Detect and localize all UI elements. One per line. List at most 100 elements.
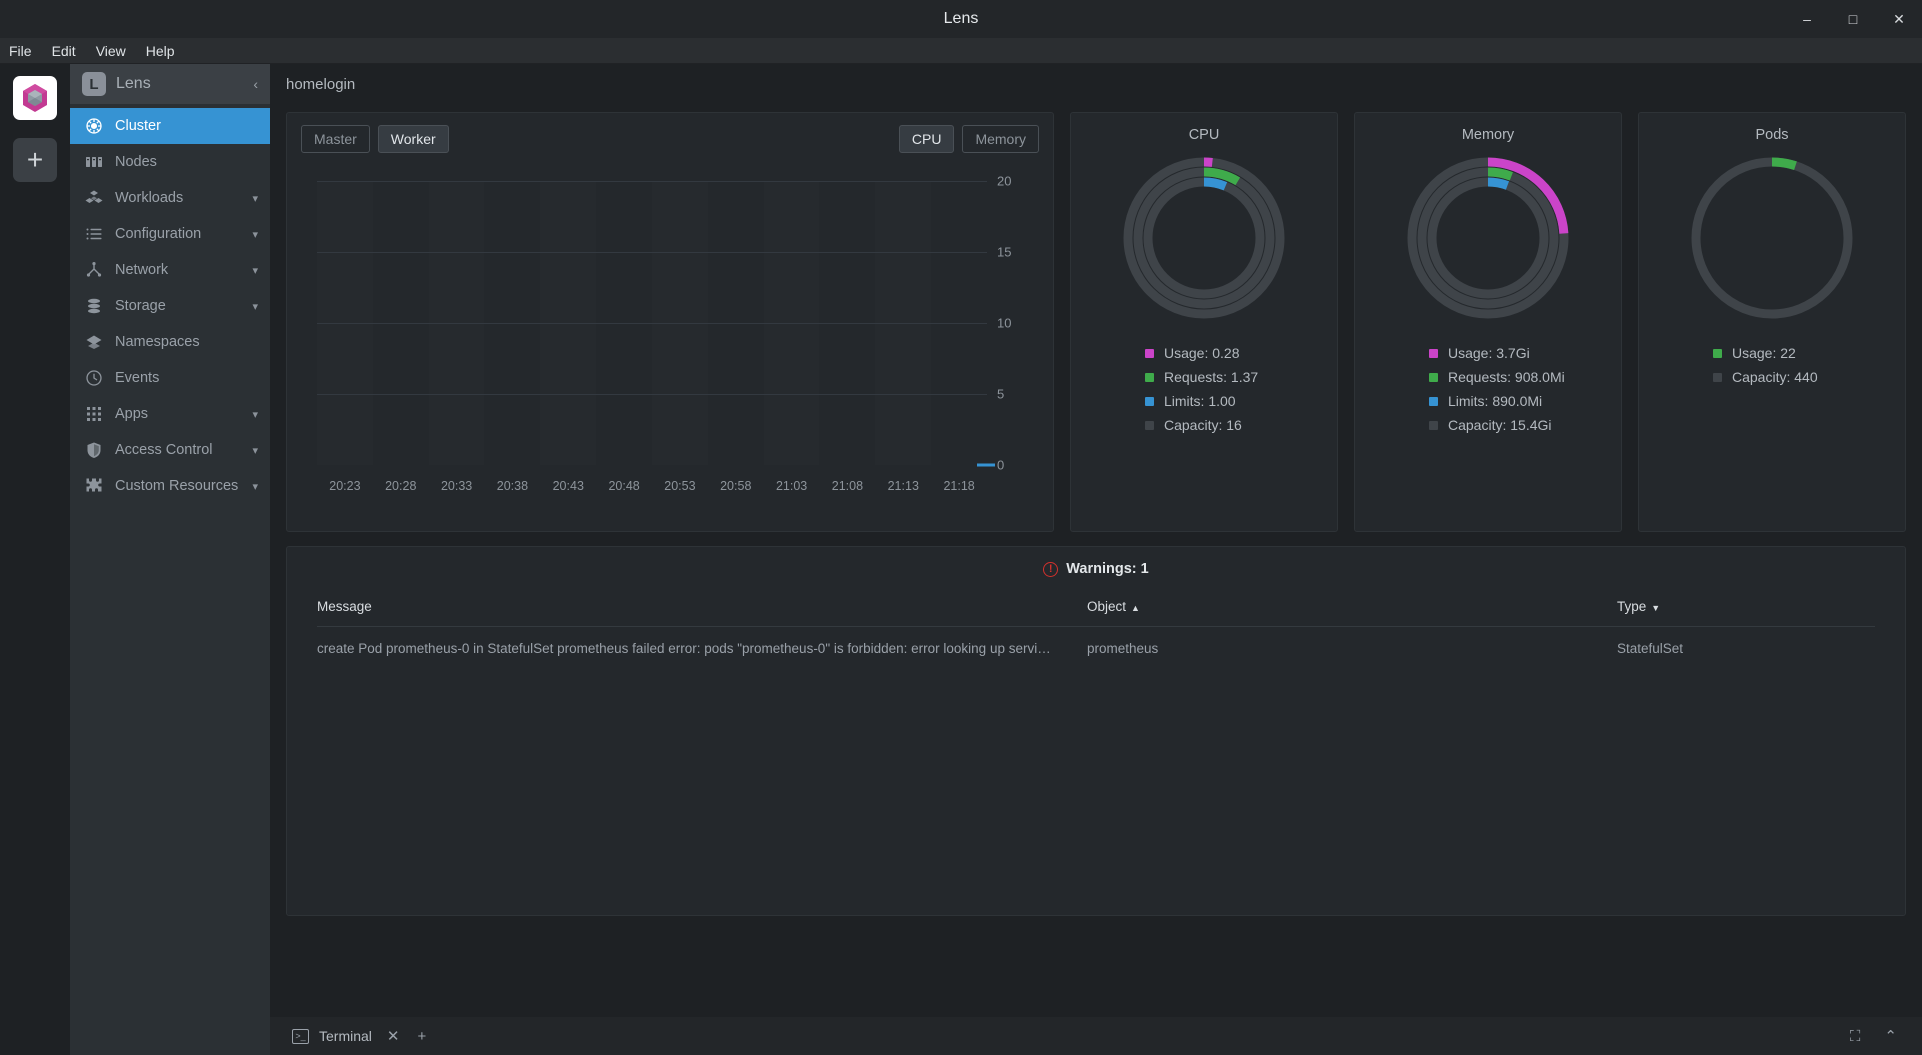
window-controls: – □ ✕ bbox=[1784, 0, 1922, 38]
close-button[interactable]: ✕ bbox=[1876, 0, 1922, 38]
list-icon bbox=[84, 225, 103, 244]
menu-bar: File Edit View Help bbox=[0, 38, 1922, 64]
chevron-down-icon[interactable]: ▾ bbox=[252, 480, 258, 493]
chevron-down-icon[interactable]: ▾ bbox=[252, 228, 258, 241]
menu-item-edit[interactable]: Edit bbox=[52, 43, 76, 59]
memory-metric-panel: Memory Usage: 3.7GiRequests: 908.0MiLimi… bbox=[1354, 112, 1622, 532]
sidebar-item-label: Events bbox=[115, 370, 258, 386]
legend-item: Limits: 890.0Mi bbox=[1429, 389, 1621, 413]
terminal-icon: >_ bbox=[292, 1029, 309, 1044]
close-terminal-icon[interactable]: ✕ bbox=[378, 1027, 409, 1045]
chart-y-tick: 20 bbox=[997, 174, 1031, 189]
chart-x-tick: 20:33 bbox=[441, 479, 472, 493]
sidebar-item-access-control[interactable]: Access Control ▾ bbox=[70, 432, 270, 468]
app-body: + L Lens ‹ Cluster bbox=[0, 64, 1922, 1055]
terminal-tab-label: Terminal bbox=[319, 1028, 372, 1044]
sidebar-item-events[interactable]: Events bbox=[70, 360, 270, 396]
content-area: homelogin Master Worker CPU Memory bbox=[270, 64, 1922, 1055]
sidebar: L Lens ‹ Cluster bbox=[70, 64, 270, 1055]
worker-button[interactable]: Worker bbox=[378, 125, 449, 153]
sort-asc-icon: ▲ bbox=[1131, 603, 1140, 613]
sidebar-item-label: Network bbox=[115, 262, 240, 278]
cell-type: StatefulSet bbox=[1617, 641, 1875, 656]
warnings-count-label: Warnings: 1 bbox=[1066, 561, 1148, 577]
legend-label: Capacity: 16 bbox=[1164, 417, 1242, 433]
sidebar-item-storage[interactable]: Storage ▾ bbox=[70, 288, 270, 324]
chevron-down-icon[interactable]: ▾ bbox=[252, 300, 258, 313]
column-header-type[interactable]: Type▼ bbox=[1617, 599, 1875, 614]
legend-label: Requests: 1.37 bbox=[1164, 369, 1258, 385]
memory-donut-chart bbox=[1403, 153, 1573, 323]
chevron-down-icon[interactable]: ▾ bbox=[252, 192, 258, 205]
cluster-avatar-icon[interactable] bbox=[13, 76, 57, 120]
cluster-rail: + bbox=[0, 64, 70, 1055]
sidebar-item-namespaces[interactable]: Namespaces bbox=[70, 324, 270, 360]
legend-label: Limits: 890.0Mi bbox=[1448, 393, 1542, 409]
legend-item: Capacity: 440 bbox=[1713, 365, 1905, 389]
legend-item: Usage: 0.28 bbox=[1145, 341, 1337, 365]
chevron-down-icon[interactable]: ▾ bbox=[252, 408, 258, 421]
sidebar-cluster-name: Lens bbox=[116, 75, 243, 93]
sidebar-item-label: Custom Resources bbox=[115, 478, 240, 494]
chevron-down-icon[interactable]: ▾ bbox=[252, 444, 258, 457]
chevron-down-icon[interactable]: ▾ bbox=[252, 264, 258, 277]
sidebar-item-workloads[interactable]: Workloads ▾ bbox=[70, 180, 270, 216]
sidebar-item-custom-resources[interactable]: Custom Resources ▾ bbox=[70, 468, 270, 504]
chart-x-tick: 21:08 bbox=[832, 479, 863, 493]
add-terminal-icon[interactable]: + bbox=[408, 1028, 435, 1045]
pods-legend: Usage: 22 Capacity: 440 bbox=[1639, 341, 1905, 389]
legend-label: Capacity: 440 bbox=[1732, 369, 1818, 385]
memory-button[interactable]: Memory bbox=[962, 125, 1039, 153]
sidebar-item-label: Access Control bbox=[115, 442, 240, 458]
metric-title: CPU bbox=[1189, 127, 1220, 143]
sidebar-collapse-icon[interactable]: ‹ bbox=[253, 76, 258, 92]
sidebar-item-nodes[interactable]: Nodes bbox=[70, 144, 270, 180]
terminal-controls: ⛶ ⌃ bbox=[1841, 1027, 1922, 1045]
menu-item-view[interactable]: View bbox=[96, 43, 126, 59]
sort-desc-icon: ▼ bbox=[1651, 603, 1660, 613]
legend-item: Usage: 22 bbox=[1713, 341, 1905, 365]
pods-metric-panel: Pods Usage: 22 Capacity: 440 bbox=[1638, 112, 1906, 532]
metric-title: Memory bbox=[1462, 127, 1514, 143]
chart-y-tick: 15 bbox=[997, 245, 1031, 260]
sidebar-item-label: Nodes bbox=[115, 154, 258, 170]
legend-swatch bbox=[1429, 397, 1438, 406]
warnings-panel: ! Warnings: 1 Message Object▲ Type▼ bbox=[286, 546, 1906, 916]
warnings-table: Message Object▲ Type▼ create Pod prometh… bbox=[287, 593, 1905, 670]
legend-item: Capacity: 15.4Gi bbox=[1429, 413, 1621, 437]
cpu-button[interactable]: CPU bbox=[899, 125, 955, 153]
legend-item: Capacity: 16 bbox=[1145, 413, 1337, 437]
menu-item-help[interactable]: Help bbox=[146, 43, 175, 59]
chart-x-tick: 21:03 bbox=[776, 479, 807, 493]
sidebar-item-cluster[interactable]: Cluster bbox=[70, 108, 270, 144]
sidebar-item-configuration[interactable]: Configuration ▾ bbox=[70, 216, 270, 252]
sidebar-item-network[interactable]: Network ▾ bbox=[70, 252, 270, 288]
column-header-message[interactable]: Message bbox=[317, 599, 1087, 614]
collapse-terminal-icon[interactable]: ⌃ bbox=[1875, 1027, 1906, 1045]
minimize-button[interactable]: – bbox=[1784, 0, 1830, 38]
database-icon bbox=[84, 297, 103, 316]
chart-gridline bbox=[317, 252, 987, 253]
terminal-tab[interactable]: >_ Terminal bbox=[286, 1028, 378, 1044]
add-cluster-button[interactable]: + bbox=[13, 138, 57, 182]
table-row[interactable]: create Pod prometheus-0 in StatefulSet p… bbox=[317, 627, 1875, 670]
column-header-object[interactable]: Object▲ bbox=[1087, 599, 1617, 614]
menu-item-file[interactable]: File bbox=[9, 43, 32, 59]
legend-swatch bbox=[1713, 373, 1722, 382]
memory-legend: Usage: 3.7GiRequests: 908.0MiLimits: 890… bbox=[1355, 341, 1621, 437]
clock-icon bbox=[84, 369, 103, 388]
maximize-button[interactable]: □ bbox=[1830, 0, 1876, 38]
chart-gridline bbox=[317, 394, 987, 395]
chart-header: Master Worker CPU Memory bbox=[301, 125, 1039, 153]
chart-y-tick: 0 bbox=[997, 458, 1031, 473]
sidebar-item-label: Apps bbox=[115, 406, 240, 422]
sidebar-item-label: Configuration bbox=[115, 226, 240, 242]
legend-swatch bbox=[1145, 349, 1154, 358]
sidebar-item-apps[interactable]: Apps ▾ bbox=[70, 396, 270, 432]
grid-icon bbox=[84, 405, 103, 424]
metric-title: Pods bbox=[1755, 127, 1788, 143]
master-button[interactable]: Master bbox=[301, 125, 370, 153]
line-chart[interactable]: 05101520 20:2320:2820:3320:3820:4320:482… bbox=[301, 173, 1039, 503]
fullscreen-icon[interactable]: ⛶ bbox=[1841, 1028, 1870, 1045]
sidebar-nav: Cluster Nodes bbox=[70, 104, 270, 1055]
